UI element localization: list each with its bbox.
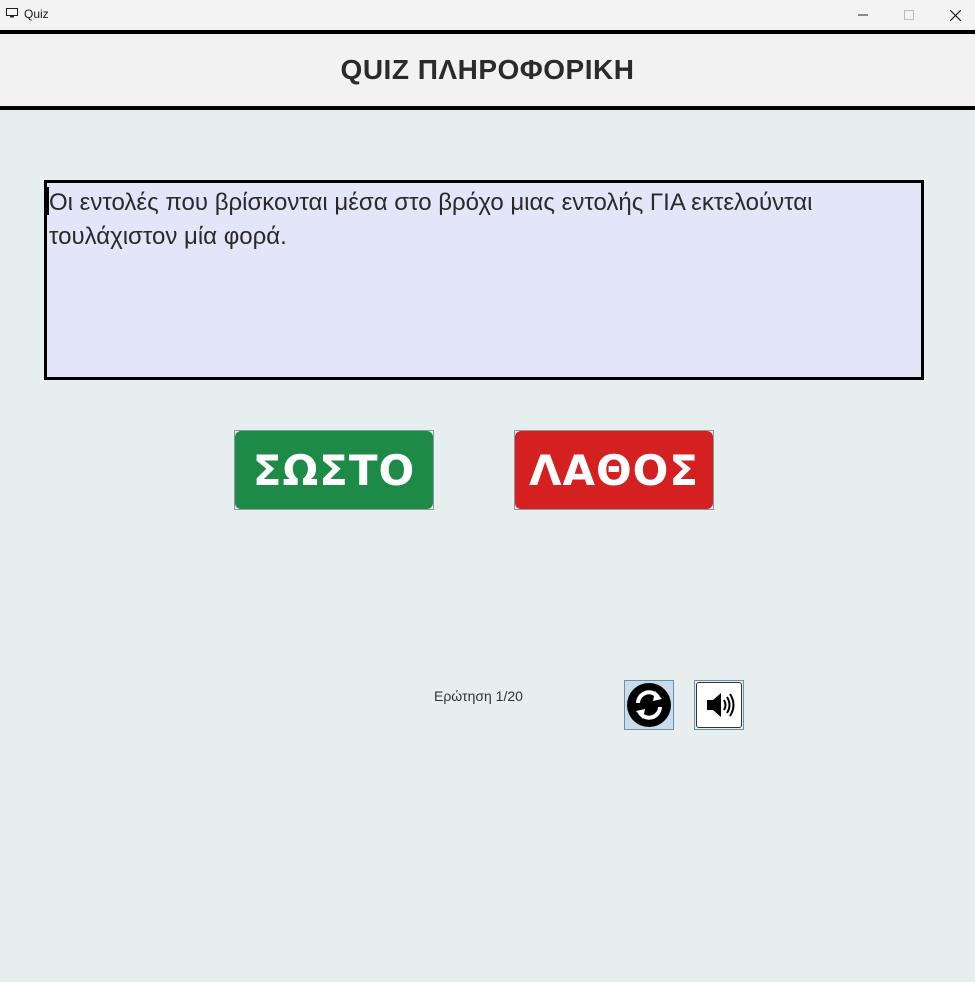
app-window-icon	[6, 8, 18, 18]
sound-button[interactable]	[694, 680, 744, 730]
header-band: QUIZ ΠΛΗΡΟΦΟΡΙΚΗ	[0, 30, 975, 110]
wrong-button-label: ΛΑΘΟΣ	[515, 431, 713, 509]
maximize-button[interactable]	[886, 0, 932, 30]
maximize-icon	[904, 10, 914, 20]
speaker-icon	[707, 693, 735, 717]
window-title: Quiz	[24, 7, 49, 21]
question-box: Οι εντολές που βρίσκονται μέσα στο βρόχο…	[44, 180, 924, 380]
window-titlebar: Quiz	[0, 0, 975, 30]
wrong-button[interactable]: ΛΑΘΟΣ	[514, 430, 714, 510]
question-text: Οι εντολές που βρίσκονται μέσα στο βρόχο…	[49, 189, 813, 250]
question-counter: Ερώτηση 1/20	[434, 688, 523, 704]
close-button[interactable]	[932, 0, 975, 30]
refresh-button[interactable]	[624, 680, 674, 730]
correct-button-label: ΣΩΣΤΟ	[235, 431, 433, 509]
minimize-button[interactable]	[840, 0, 886, 30]
page-title: QUIZ ΠΛΗΡΟΦΟΡΙΚΗ	[340, 54, 635, 85]
minimize-icon	[858, 14, 868, 16]
refresh-icon	[627, 683, 671, 727]
correct-button[interactable]: ΣΩΣΤΟ	[234, 430, 434, 510]
close-icon	[949, 9, 961, 21]
